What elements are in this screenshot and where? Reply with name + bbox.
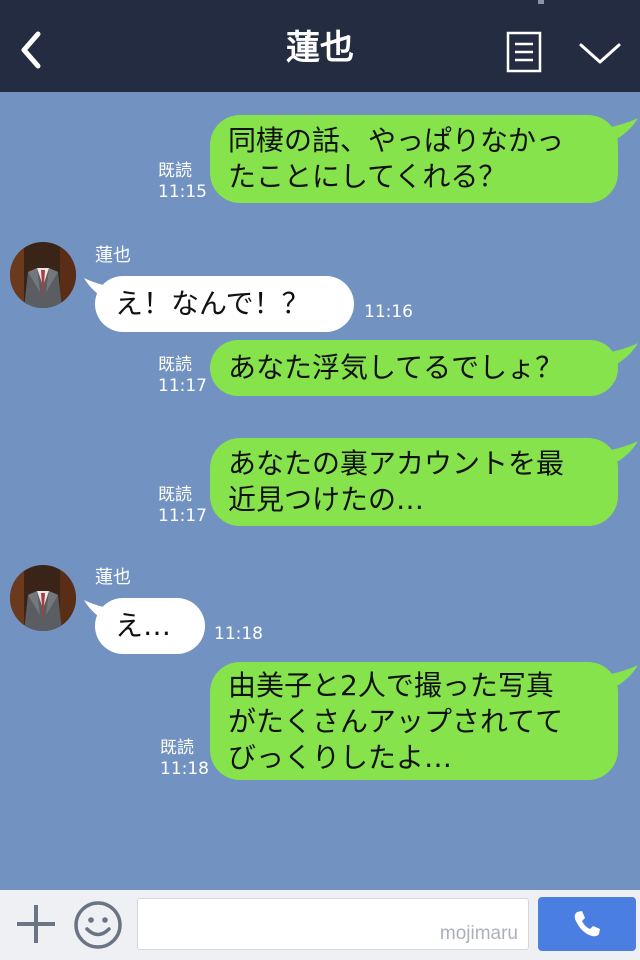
notes-icon[interactable] xyxy=(506,31,542,73)
message-bubble-sent[interactable]: あなたの裏アカウントを最 近見つけたの… xyxy=(210,438,618,526)
message-bubble-sent[interactable]: 由美子と2人で撮った写真 がたくさんアップされてて びっくりしたよ… xyxy=(210,662,618,780)
call-button[interactable] xyxy=(538,897,636,951)
read-receipt: 既読 xyxy=(160,738,194,758)
bubble-tail xyxy=(606,665,638,689)
message-bubble-received[interactable]: え… xyxy=(95,598,205,654)
bubble-tail xyxy=(606,118,638,142)
message-bubble-sent[interactable]: 同棲の話、やっぱりなかっ たことにしてくれる？ xyxy=(210,115,618,203)
message-time: 11:18 xyxy=(214,624,263,644)
avatar-image xyxy=(10,565,76,631)
message-line: 近見つけたの… xyxy=(228,483,425,516)
chat-header: 蓮也 xyxy=(0,0,640,92)
message-time: 11:15 xyxy=(158,182,207,202)
read-receipt: 既読 xyxy=(158,161,192,181)
message-time: 11:18 xyxy=(160,759,209,779)
message-line: がたくさんアップされてて xyxy=(228,705,564,738)
message-time: 11:17 xyxy=(158,376,207,396)
message-meta: 既読 11:18 xyxy=(160,738,209,780)
message-line: え！なんで！？ xyxy=(115,287,310,320)
contact-avatar[interactable] xyxy=(10,242,76,308)
message-line: え… xyxy=(115,609,172,642)
watermark-text: mojimaru xyxy=(439,923,518,944)
chat-title: 蓮也 xyxy=(286,28,354,68)
message-line: びっくりしたよ… xyxy=(228,741,453,774)
message-time: 11:17 xyxy=(158,506,207,526)
read-receipt: 既読 xyxy=(158,355,192,375)
message-meta: 既読 11:15 xyxy=(158,161,207,203)
message-meta: 既読 11:17 xyxy=(158,355,207,397)
back-icon[interactable] xyxy=(16,30,46,70)
read-receipt: 既読 xyxy=(158,485,192,505)
message-line: あなたの裏アカウントを最 xyxy=(228,447,565,480)
avatar-image xyxy=(10,242,76,308)
message-line: 同棲の話、やっぱりなかっ xyxy=(228,124,565,157)
input-bar: mojimaru xyxy=(0,890,640,960)
message-line: 由美子と2人で撮った写真 xyxy=(228,669,554,702)
message-input[interactable]: mojimaru xyxy=(137,898,529,950)
bubble-tail xyxy=(606,441,638,465)
message-line: たことにしてくれる？ xyxy=(228,160,507,193)
phone-icon xyxy=(574,911,600,937)
message-meta: 既読 11:17 xyxy=(158,485,207,527)
chevron-down-icon[interactable] xyxy=(578,40,622,66)
chat-area: 既読 11:15 同棲の話、やっぱりなかっ たことにしてくれる？ 蓮也 え！なん… xyxy=(0,92,640,890)
message-time: 11:16 xyxy=(364,302,413,322)
sender-name: 蓮也 xyxy=(95,245,131,266)
bubble-tail xyxy=(606,343,638,367)
status-strip xyxy=(538,0,544,4)
message-bubble-sent[interactable]: あなた浮気してるでしょ？ xyxy=(210,340,618,396)
plus-icon[interactable] xyxy=(14,902,58,946)
message-line: あなた浮気してるでしょ？ xyxy=(228,351,564,384)
sender-name: 蓮也 xyxy=(95,567,131,588)
smiley-icon[interactable] xyxy=(72,899,124,951)
contact-avatar[interactable] xyxy=(10,565,76,631)
message-bubble-received[interactable]: え！なんで！？ xyxy=(95,276,354,332)
